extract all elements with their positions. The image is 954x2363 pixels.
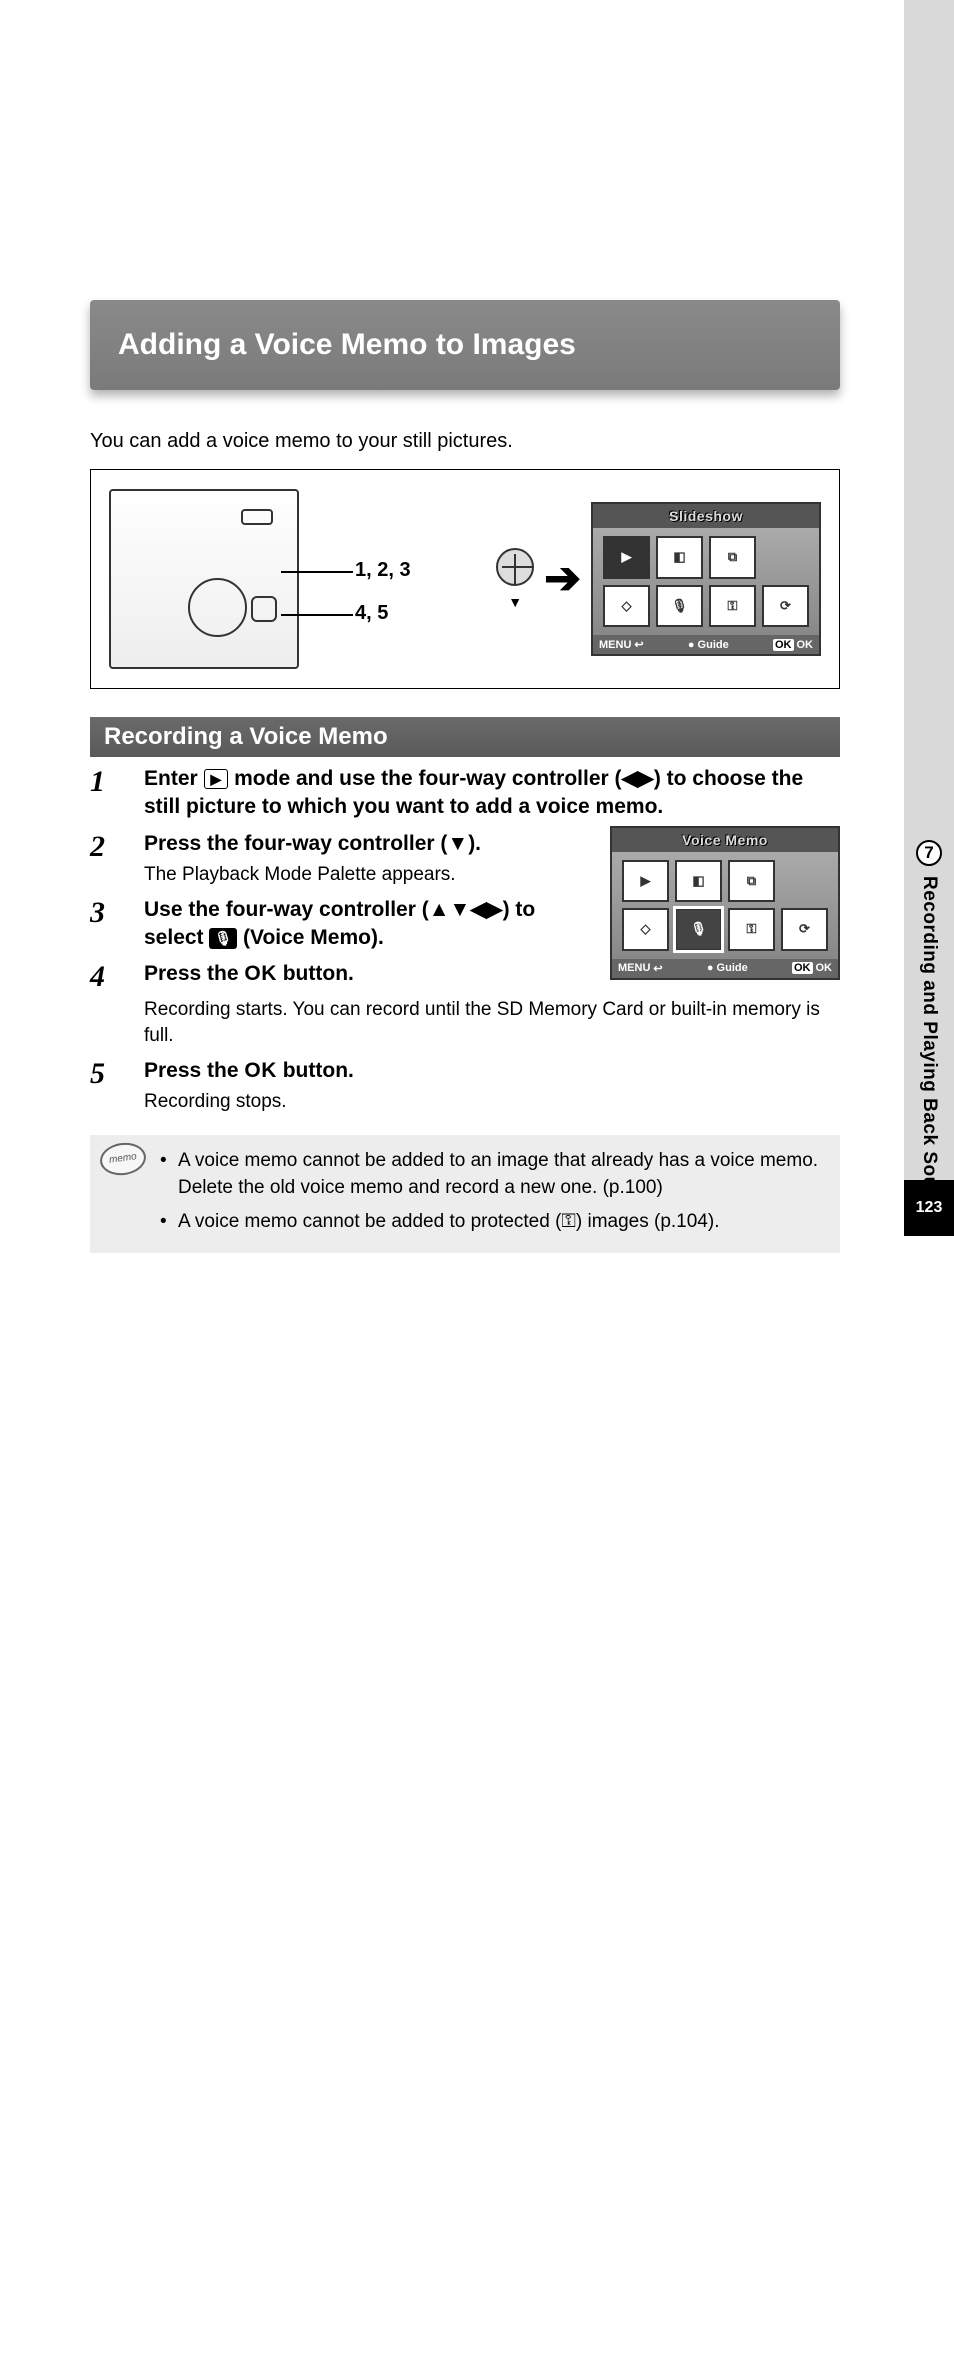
- lcd1-icon-3: ⧉: [709, 536, 756, 579]
- camera-diagram: [109, 489, 299, 669]
- lcd-screenshot-1: Slideshow ▶ ◧ ⧉ ◇ 🎙 ⚿ ⟳ MENU↩ ●Guide OKO…: [591, 502, 821, 656]
- right-arrow-icon: ➔: [544, 557, 581, 601]
- step-head: Use the four-way controller (▲▼◀▶) to se…: [144, 896, 594, 953]
- memo-box: memo A voice memo cannot be added to an …: [90, 1135, 840, 1254]
- ok-button-label: OK: [244, 1059, 277, 1082]
- lcd1-icon-5: ◇: [603, 585, 650, 628]
- chapter-label: Recording and Playing Back Sound: [918, 876, 940, 1213]
- lcd2-icon-5: ◇: [622, 908, 669, 951]
- step-2: 2 Press the four-way controller (▼). The…: [90, 830, 594, 888]
- lcd2-ok-box: OK: [792, 962, 813, 974]
- lcd2-title: Voice Memo: [612, 828, 838, 852]
- step-number: 4: [90, 960, 124, 993]
- step-desc: Recording stops.: [144, 1089, 840, 1115]
- step-head: Press the OK button.: [144, 960, 594, 988]
- step-5: 5 Press the OK button. Recording stops.: [90, 1057, 840, 1115]
- step-head: Press the OK button.: [144, 1057, 840, 1085]
- lcd1-icon-key: ⚿: [709, 585, 756, 628]
- lcd2-ok-label: OK: [816, 962, 833, 974]
- lcd2-icon-3: ⧉: [728, 860, 775, 903]
- lcd1-title: Slideshow: [593, 504, 819, 528]
- playback-mode-icon: ▶: [204, 769, 229, 789]
- lcd2-icon-key: ⚿: [728, 908, 775, 951]
- memo-item: A voice memo cannot be added to an image…: [160, 1147, 824, 1202]
- step-number: 1: [90, 765, 124, 822]
- lcd2-guide-label: Guide: [717, 962, 748, 974]
- step-head: Press the four-way controller (▼).: [144, 830, 594, 858]
- step-number: 2: [90, 830, 124, 888]
- step-number: 5: [90, 1057, 124, 1115]
- callouts: 1, 2, 3 4, 5: [311, 559, 411, 625]
- lcd1-guide-dot-icon: ●: [688, 639, 695, 651]
- lcd2-icon-2: ◧: [675, 860, 722, 903]
- intro-text: You can add a voice memo to your still p…: [90, 430, 840, 453]
- lcd2-icon-mic-selected: 🎙: [675, 908, 722, 951]
- lcd2-guide-dot-icon: ●: [707, 962, 714, 974]
- step-desc: The Playback Mode Palette appears.: [144, 862, 594, 888]
- ok-button-label: OK: [244, 962, 277, 985]
- lcd2-icon-dpof: ⟳: [781, 908, 828, 951]
- chapter-number: 7: [916, 840, 942, 866]
- lcd1-icon-dpof: ⟳: [762, 585, 809, 628]
- camera-top-button-icon: [241, 509, 273, 525]
- page-number: 123: [904, 1180, 954, 1236]
- memo-item: A voice memo cannot be added to protecte…: [160, 1208, 824, 1236]
- lcd1-icon-mic: 🎙: [656, 585, 703, 628]
- lcd1-ok-box: OK: [773, 639, 794, 651]
- subtitle: Recording a Voice Memo: [90, 717, 840, 757]
- lcd1-menu-label: MENU: [599, 639, 631, 651]
- callout-line-1: 1, 2, 3: [311, 559, 411, 582]
- step-3: 3 Use the four-way controller (▲▼◀▶) to …: [90, 896, 594, 953]
- step-head: Enter ▶ mode and use the four-way contro…: [144, 765, 840, 822]
- memo-icon: memo: [98, 1140, 148, 1178]
- chapter-tab: 7 Recording and Playing Back Sound: [910, 840, 948, 1213]
- callout-line-2: 4, 5: [311, 602, 411, 625]
- voice-memo-icon: 🎙: [209, 928, 237, 949]
- lcd1-back-icon: ↩: [634, 638, 643, 651]
- step-1: 1 Enter ▶ mode and use the four-way cont…: [90, 765, 840, 822]
- down-arrow-icon: ▼: [508, 594, 522, 610]
- lcd1-icon-2: ◧: [656, 536, 703, 579]
- step-4: 4 Press the OK button.: [90, 960, 594, 993]
- step-desc: Recording starts. You can record until t…: [144, 997, 840, 1048]
- step-4-desc-row: 4 Recording starts. You can record until…: [90, 993, 840, 1048]
- step-number: 3: [90, 896, 124, 953]
- lcd2-back-icon: ↩: [653, 962, 662, 975]
- page-title: Adding a Voice Memo to Images: [90, 300, 840, 390]
- lcd2-icon-play: ▶: [622, 860, 669, 903]
- lcd1-ok-label: OK: [797, 639, 814, 651]
- lcd1-guide-label: Guide: [698, 639, 729, 651]
- lcd2-menu-label: MENU: [618, 962, 650, 974]
- figure-box: 1, 2, 3 4, 5 ▼ ➔ Slideshow ▶ ◧ ⧉ ◇ 🎙 ⚿ ⟳…: [90, 469, 840, 689]
- lcd1-icon-play: ▶: [603, 536, 650, 579]
- controller-dial-icon: [496, 548, 534, 586]
- lcd-screenshot-2: Voice Memo ▶ ◧ ⧉ ◇ 🎙 ⚿ ⟳ MENU↩ ●Guide: [610, 826, 840, 980]
